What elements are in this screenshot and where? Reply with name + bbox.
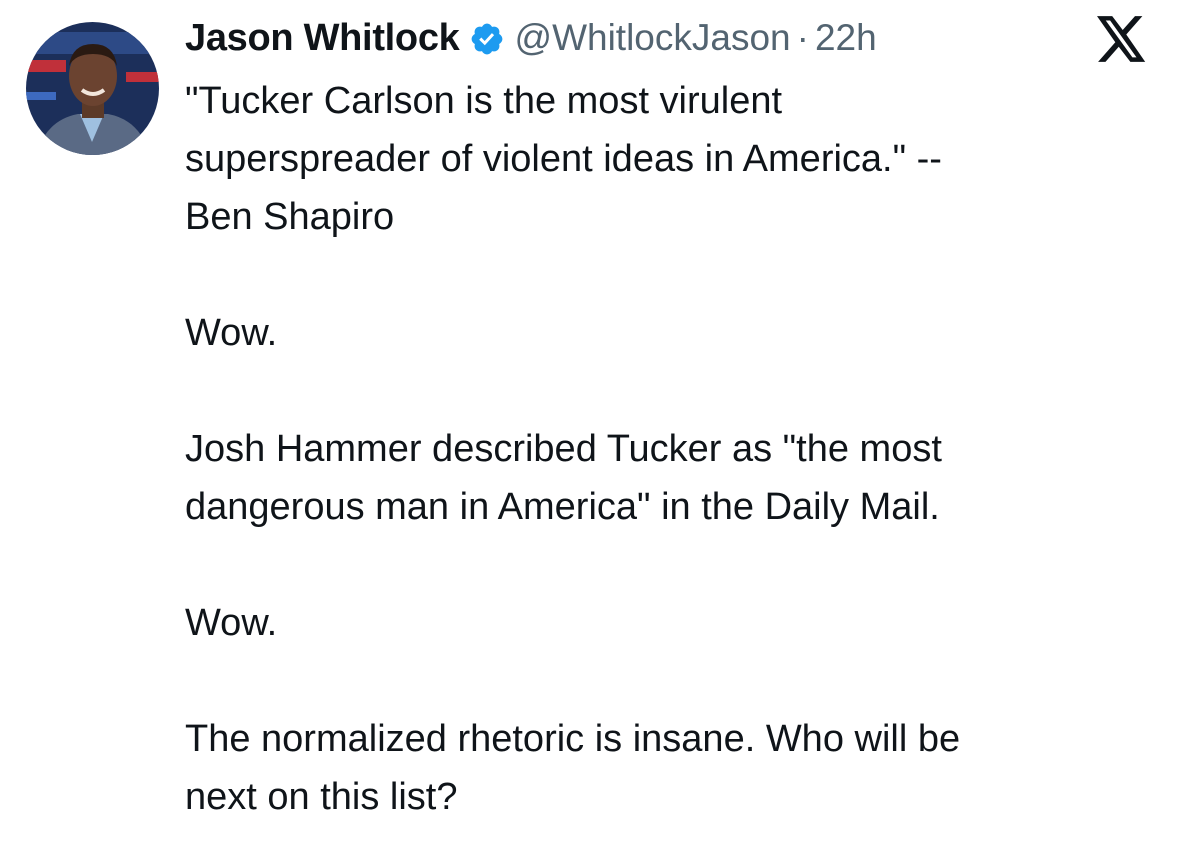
author-handle[interactable]: @WhitlockJason [515,17,791,59]
tweet-paragraph: "Tucker Carlson is the most virulent sup… [185,80,942,238]
tweet-text: "Tucker Carlson is the most virulent sup… [185,72,1145,826]
tweet-timestamp[interactable]: 22h [815,17,877,59]
separator-dot: · [796,17,809,58]
verified-badge-icon [469,21,505,57]
avatar-image [26,22,159,155]
x-logo-icon[interactable] [1097,16,1147,62]
author-display-name[interactable]: Jason Whitlock [185,17,460,60]
tweet-paragraph: Wow. [185,312,278,354]
tweet-header: Jason Whitlock @WhitlockJason · 22h [185,12,877,64]
tweet-paragraph: Wow. [185,602,278,644]
tweet-card: Jason Whitlock @WhitlockJason · 22h "Tuc… [0,0,1179,841]
tweet-paragraph: The normalized rhetoric is insane. Who w… [185,718,961,818]
tweet-paragraph: Josh Hammer described Tucker as "the mos… [185,428,942,528]
avatar[interactable] [26,22,159,155]
